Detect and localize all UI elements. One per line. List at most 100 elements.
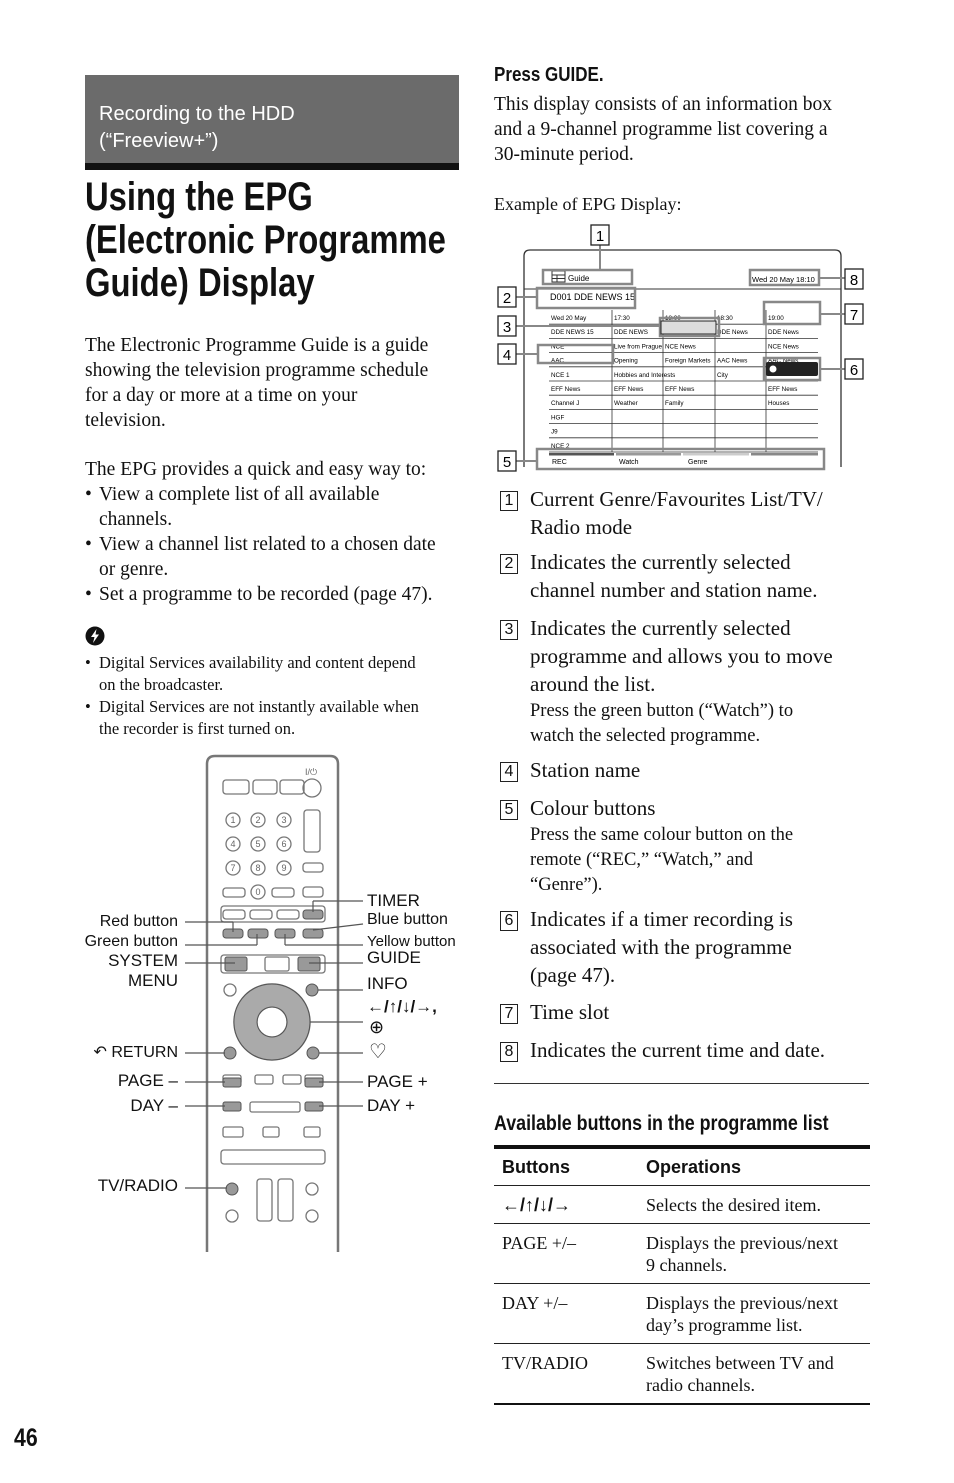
blue-button-label: Blue button — [367, 911, 448, 928]
legend-text: Indicates the currently selected channel … — [530, 550, 818, 602]
red-button-label: Red button — [99, 913, 178, 930]
guide-label: GUIDE — [367, 948, 421, 967]
callout-number: 7 — [500, 1004, 518, 1024]
table-row: PAGE +/– Displays the previous/next 9 chan… — [494, 1223, 870, 1284]
epg-cell: NCE 1 — [551, 372, 570, 379]
colour-button-genre: Genre — [688, 459, 708, 466]
remote-illustration: 123 456 789 0 I/⏻ Red button Green butto… — [85, 752, 470, 1252]
menu-label: MENU — [127, 971, 178, 990]
epg-mode-label: Guide — [568, 274, 590, 283]
page-number: 46 — [14, 1424, 38, 1452]
epg-time-slot: Wed 20 May — [551, 315, 587, 322]
operation-cell: Switches between TV and radio channels. — [638, 1343, 870, 1405]
button-cell: PAGE +/– — [494, 1223, 638, 1284]
favourite-heart-icon: ♡ — [369, 1041, 387, 1063]
svg-text:3: 3 — [281, 815, 286, 825]
day-minus-label: DAY – — [130, 1096, 178, 1115]
epg-cell: NCE News — [665, 343, 696, 350]
epg-cell: Opening — [614, 358, 638, 365]
epg-cell: Weather — [614, 400, 638, 407]
button-cell: ←/↑/↓/→ — [494, 1185, 638, 1224]
legend-text: Indicates if a timer recording is associa… — [530, 907, 793, 987]
colour-button-rec: REC — [552, 459, 567, 466]
legend-subtext: Press the green button (“Watch”) to watch… — [530, 701, 794, 746]
svg-text:8: 8 — [255, 863, 260, 873]
day-plus-label: DAY + — [367, 1096, 416, 1115]
page-minus-label: PAGE – — [117, 1071, 178, 1090]
epg-cell: DDE NEWS 15 — [551, 329, 594, 336]
section-divider — [85, 163, 459, 170]
epg-cell: EFF News — [768, 386, 797, 393]
callout-number: 2 — [500, 554, 518, 574]
hint-icon — [85, 626, 105, 651]
button-cell: DAY +/– — [494, 1283, 638, 1344]
epg-cell: EFF News — [551, 386, 580, 393]
epg-cell: DDE News — [717, 329, 748, 336]
epg-cell: Foreign Markets — [665, 358, 711, 365]
arrow-keys-label: ←/↑/↓/→, — [367, 997, 437, 1016]
callout-number: 6 — [500, 911, 518, 931]
epg-cell: Family — [665, 400, 684, 407]
colour-button-watch: Watch — [619, 459, 639, 466]
operation-cell: Displays the previous/next day’s programm… — [638, 1283, 870, 1344]
epg-cell: Channel J — [551, 400, 579, 407]
epg-cell: EFF News — [614, 386, 643, 393]
svg-text:3: 3 — [503, 319, 511, 336]
legend-text: Indicates the currently selected programm… — [530, 616, 833, 696]
timer-label: TIMER — [367, 891, 420, 910]
svg-text:2: 2 — [255, 815, 260, 825]
epg-datetime: Wed 20 May 18:10 — [752, 275, 815, 284]
green-button-label: Green button — [84, 933, 178, 950]
svg-text:4: 4 — [230, 839, 235, 849]
note-item: Digital Services availability and conten… — [85, 652, 465, 696]
timer-clock-icon — [769, 365, 777, 373]
intro-line: showing the television programme schedul… — [85, 360, 429, 381]
legend-text: Station name — [530, 758, 641, 782]
intro-line: The Electronic Programme Guide is a guid… — [85, 335, 429, 356]
legend-subtext: Press the same colour button on the remot… — [530, 825, 794, 895]
svg-text:9: 9 — [281, 863, 286, 873]
legend-text: Time slot — [530, 1000, 610, 1024]
epg-cell: EFF News — [665, 386, 694, 393]
section-header: Recording to the HDD (“Freeview+”) — [85, 75, 459, 163]
epg-features: The EPG provides a quick and easy way to… — [85, 457, 465, 607]
table-row: ←/↑/↓/→ Selects the desired item. — [494, 1185, 870, 1224]
svg-text:I/⏻: I/⏻ — [305, 767, 317, 777]
epg-cell: HGF — [551, 414, 564, 421]
svg-text:8: 8 — [850, 272, 858, 289]
column-header-operations: Operations — [646, 1156, 742, 1177]
info-label: INFO — [367, 974, 408, 993]
features-lead: The EPG provides a quick and easy way to… — [85, 459, 427, 480]
intro-line: television. — [85, 410, 166, 431]
epg-diagram: Guide Wed 20 May 18:10 D001 DDE NEWS 15 … — [497, 224, 864, 472]
callout-number: 1 — [500, 491, 518, 511]
svg-text:0: 0 — [255, 887, 260, 897]
page-title: Using the EPG (Electronic Programme Guid… — [85, 175, 446, 305]
section-line-1: Recording to the HDD — [99, 103, 295, 125]
table-row: TV/RADIO Switches between TV and radio cha… — [494, 1343, 870, 1405]
buttons-table: Buttons Operations ←/↑/↓/→ Selects the de… — [494, 1145, 870, 1405]
epg-cell: DDE NEWS — [614, 329, 648, 336]
section-header-text: Recording to the HDD (“Freeview+”) — [99, 101, 295, 155]
callout-number: 3 — [500, 620, 518, 640]
callout-number: 4 — [500, 762, 518, 782]
press-guide-heading: Press GUIDE. — [494, 64, 604, 86]
epg-cell: City — [717, 372, 729, 379]
legend-text: Indicates the current time and date. — [530, 1038, 826, 1062]
legend-text: Colour buttons — [530, 796, 656, 820]
feature-bullet: View a channel list related to a chosen … — [85, 532, 465, 582]
epg-selected-channel: D001 DDE NEWS 15 — [550, 292, 635, 302]
epg-example-label: Example of EPG Display: — [494, 194, 682, 214]
callout-number: 8 — [500, 1042, 518, 1062]
svg-text:4: 4 — [503, 347, 511, 364]
intro-paragraph: The Electronic Programme Guide is a guid… — [85, 333, 465, 433]
svg-text:7: 7 — [850, 307, 858, 324]
epg-cell: Hobbies and Interests — [614, 372, 675, 379]
epg-cell: Houses — [768, 400, 789, 407]
section-separator — [494, 1083, 869, 1084]
svg-text:1: 1 — [230, 815, 235, 825]
notes-list: Digital Services availability and conten… — [85, 652, 465, 740]
epg-time-slot: 17:30 — [614, 315, 630, 322]
epg-cell: Live from Prague — [614, 343, 662, 350]
epg-cell: DDE News — [768, 329, 799, 336]
